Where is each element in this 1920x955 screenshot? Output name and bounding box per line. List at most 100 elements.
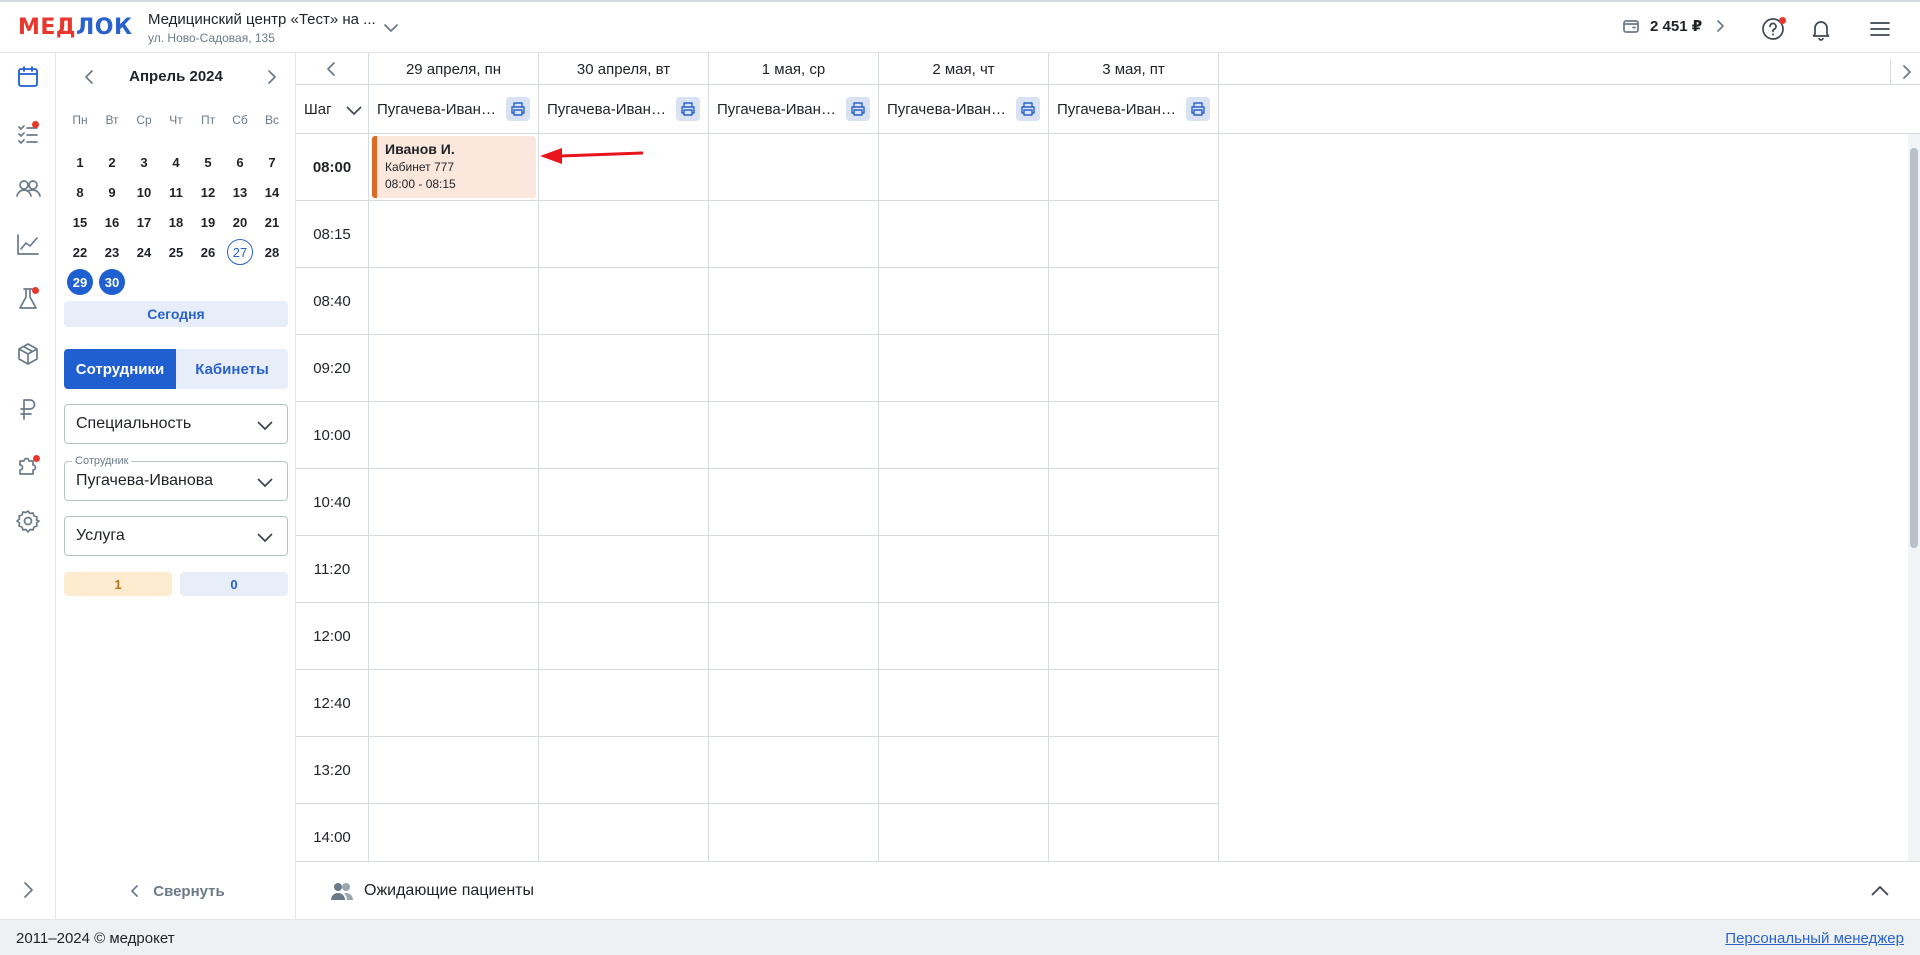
time-slot[interactable] bbox=[1049, 670, 1219, 737]
waiting-patients-bar[interactable]: Ожидающие пациенты bbox=[296, 861, 1920, 919]
calendar-day[interactable]: 18 bbox=[160, 207, 192, 237]
time-slot[interactable] bbox=[369, 268, 539, 335]
calendar-day[interactable]: 14 bbox=[256, 177, 288, 207]
print-button[interactable] bbox=[676, 97, 700, 121]
ruble-icon[interactable] bbox=[14, 395, 42, 423]
print-button[interactable] bbox=[1016, 97, 1040, 121]
employee-column-header[interactable]: Пугачева-Иванова bbox=[709, 85, 879, 134]
time-slot[interactable] bbox=[709, 804, 879, 861]
time-slot[interactable] bbox=[369, 670, 539, 737]
main-menu-button[interactable] bbox=[1867, 16, 1893, 42]
calendar-day[interactable]: 8 bbox=[64, 177, 96, 207]
collapse-panel-button[interactable]: Свернуть bbox=[56, 876, 296, 906]
notifications-button[interactable] bbox=[1808, 16, 1834, 42]
calendar-day[interactable]: 26 bbox=[192, 237, 224, 267]
calendar-day[interactable]: 27 bbox=[224, 237, 256, 267]
print-button[interactable] bbox=[846, 97, 870, 121]
warehouse-icon[interactable] bbox=[14, 340, 42, 368]
time-slot[interactable] bbox=[879, 603, 1049, 670]
time-slot[interactable] bbox=[879, 737, 1049, 804]
vertical-scrollbar[interactable] bbox=[1908, 134, 1920, 861]
time-slot[interactable] bbox=[879, 536, 1049, 603]
calendar-day[interactable]: 2 bbox=[96, 147, 128, 177]
time-slot[interactable] bbox=[539, 469, 709, 536]
calendar-day[interactable]: 12 bbox=[192, 177, 224, 207]
calendar-day[interactable]: 10 bbox=[128, 177, 160, 207]
time-slot[interactable] bbox=[1049, 603, 1219, 670]
calendar-day[interactable]: 5 bbox=[192, 147, 224, 177]
time-slot[interactable] bbox=[369, 469, 539, 536]
specialty-select[interactable]: Специальность bbox=[64, 404, 288, 444]
time-slot[interactable] bbox=[1049, 268, 1219, 335]
calendar-day[interactable]: 15 bbox=[64, 207, 96, 237]
print-button[interactable] bbox=[1186, 97, 1210, 121]
time-slot[interactable] bbox=[539, 603, 709, 670]
calendar-day[interactable]: 4 bbox=[160, 147, 192, 177]
employee-column-header[interactable]: Пугачева-Иванова bbox=[539, 85, 709, 134]
chevron-up-icon[interactable] bbox=[1870, 882, 1890, 900]
chevron-down-icon[interactable] bbox=[382, 19, 400, 37]
time-slot[interactable] bbox=[709, 201, 879, 268]
balance-widget[interactable]: 2 451 ₽ bbox=[1622, 17, 1728, 35]
calendar-day[interactable]: 7 bbox=[256, 147, 288, 177]
help-button[interactable] bbox=[1760, 16, 1786, 42]
step-selector[interactable]: Шаг bbox=[296, 85, 369, 134]
time-slot[interactable] bbox=[539, 536, 709, 603]
calendar-day[interactable]: 30 bbox=[96, 267, 128, 297]
calendar-day[interactable]: 13 bbox=[224, 177, 256, 207]
appointment-card[interactable]: Иванов И. Кабинет 777 08:00 - 08:15 bbox=[372, 136, 536, 198]
time-slot[interactable] bbox=[369, 201, 539, 268]
time-slot[interactable] bbox=[879, 268, 1049, 335]
employee-select[interactable]: Пугачева-Иванова bbox=[64, 461, 288, 501]
patients-icon[interactable] bbox=[14, 174, 42, 202]
scrollbar-thumb[interactable] bbox=[1910, 148, 1918, 548]
time-slot[interactable] bbox=[879, 402, 1049, 469]
time-slot[interactable] bbox=[709, 603, 879, 670]
time-slot[interactable] bbox=[1049, 201, 1219, 268]
tasks-icon[interactable] bbox=[14, 119, 42, 147]
time-slot[interactable] bbox=[709, 402, 879, 469]
time-slot[interactable] bbox=[1049, 335, 1219, 402]
calendar-day[interactable]: 25 bbox=[160, 237, 192, 267]
time-slot[interactable] bbox=[369, 335, 539, 402]
time-slot[interactable] bbox=[539, 402, 709, 469]
time-slot[interactable] bbox=[1049, 469, 1219, 536]
calendar-day[interactable]: 17 bbox=[128, 207, 160, 237]
calendar-day[interactable]: 11 bbox=[160, 177, 192, 207]
org-selector[interactable]: Медицинский центр «Тест» на ... ул. Ново… bbox=[148, 11, 376, 45]
calendar-day[interactable]: 23 bbox=[96, 237, 128, 267]
calendar-day[interactable]: 29 bbox=[64, 267, 96, 297]
time-slot[interactable] bbox=[879, 134, 1049, 201]
lab-icon[interactable] bbox=[14, 285, 42, 313]
calendar-day[interactable]: 24 bbox=[128, 237, 160, 267]
time-slot[interactable] bbox=[369, 804, 539, 861]
calendar-day[interactable]: 19 bbox=[192, 207, 224, 237]
time-slot[interactable] bbox=[369, 737, 539, 804]
time-slot[interactable] bbox=[709, 670, 879, 737]
time-slot[interactable] bbox=[709, 737, 879, 804]
calendar-day[interactable]: 16 bbox=[96, 207, 128, 237]
time-slot[interactable] bbox=[1049, 536, 1219, 603]
time-slot[interactable] bbox=[369, 402, 539, 469]
time-slot[interactable] bbox=[879, 201, 1049, 268]
tab-employees[interactable]: Сотрудники bbox=[64, 349, 176, 389]
time-slot[interactable] bbox=[879, 469, 1049, 536]
employee-column-header[interactable]: Пугачева-Иванова bbox=[1049, 85, 1219, 134]
analytics-icon[interactable] bbox=[14, 230, 42, 258]
print-button[interactable] bbox=[506, 97, 530, 121]
calendar-day[interactable]: 20 bbox=[224, 207, 256, 237]
time-slot[interactable] bbox=[879, 804, 1049, 861]
prev-days-button[interactable] bbox=[296, 53, 369, 85]
calendar-day[interactable]: 21 bbox=[256, 207, 288, 237]
calendar-day[interactable]: 28 bbox=[256, 237, 288, 267]
employee-column-header[interactable]: Пугачева-Иванова bbox=[369, 85, 539, 134]
time-slot[interactable] bbox=[709, 134, 879, 201]
time-slot[interactable] bbox=[539, 201, 709, 268]
service-select[interactable]: Услуга bbox=[64, 516, 288, 556]
time-slot[interactable] bbox=[879, 670, 1049, 737]
today-button[interactable]: Сегодня bbox=[64, 301, 288, 327]
time-slot[interactable] bbox=[1049, 804, 1219, 861]
time-slot[interactable] bbox=[539, 268, 709, 335]
next-days-button[interactable] bbox=[1890, 59, 1920, 85]
employee-column-header[interactable]: Пугачева-Иванова bbox=[879, 85, 1049, 134]
